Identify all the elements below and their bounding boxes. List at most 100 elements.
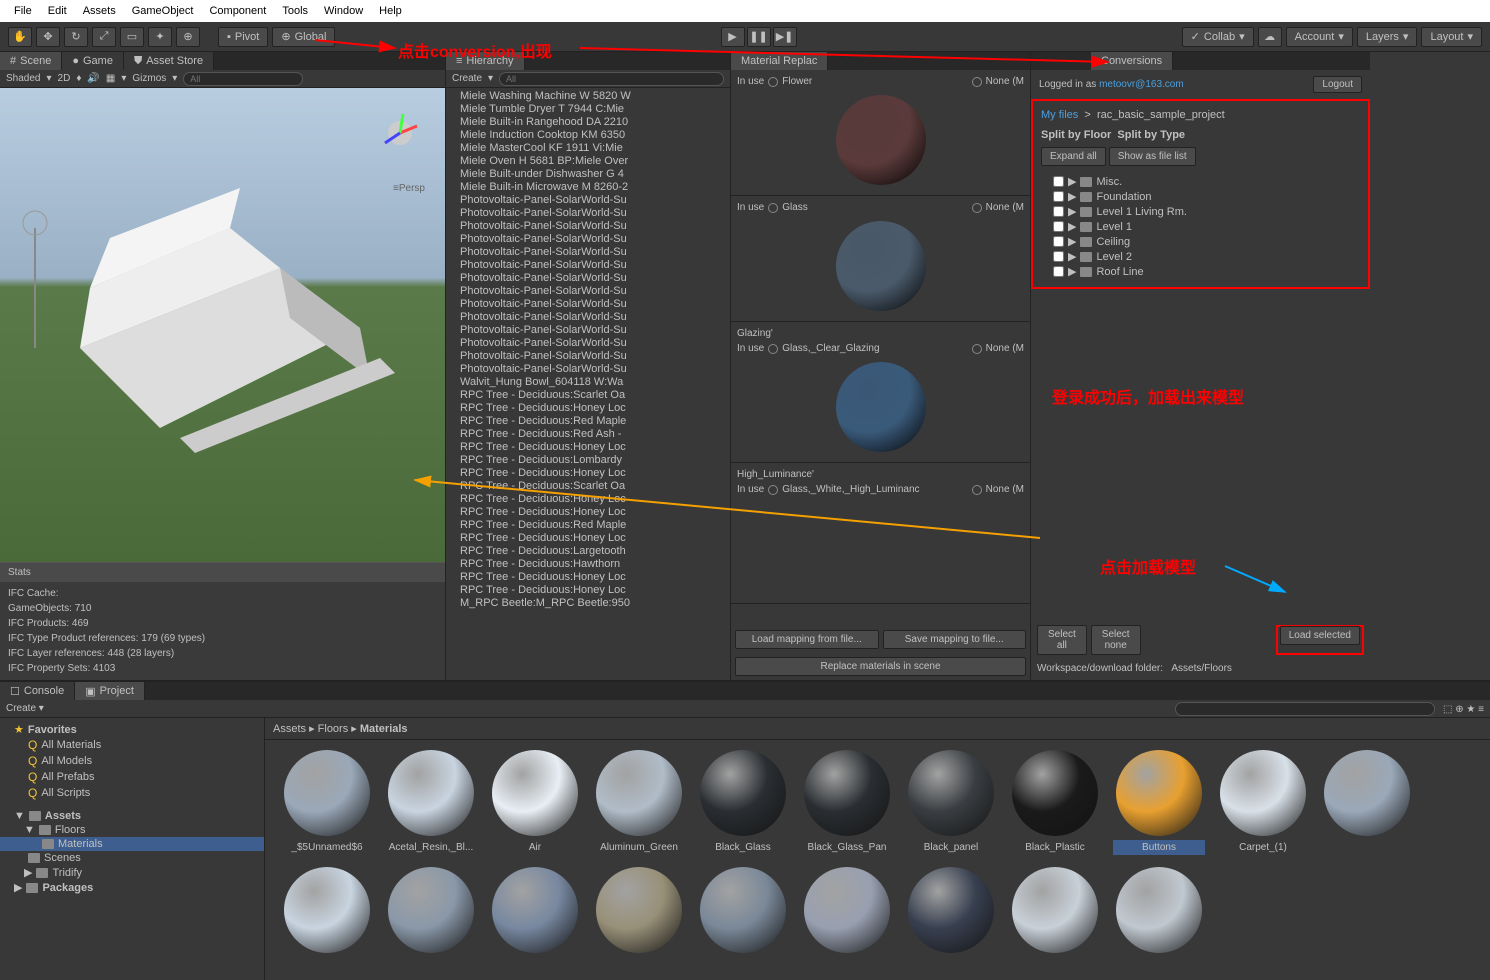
global-toggle[interactable]: ⊕Global <box>272 27 335 47</box>
material-grid-item[interactable]: Black_Glass_Pan <box>801 750 893 855</box>
tree-item[interactable]: ▶ Misc. <box>1041 174 1360 189</box>
material-grid-item[interactable]: Air <box>489 750 581 855</box>
material-grid-item[interactable] <box>801 867 893 957</box>
material-grid-item[interactable] <box>489 867 581 957</box>
hand-tool-icon[interactable]: ✋ <box>8 27 32 47</box>
hierarchy-item[interactable]: Photovoltaic-Panel-SolarWorld-Su <box>460 298 730 311</box>
hierarchy-item[interactable]: Miele Washing Machine W 5820 W <box>460 90 730 103</box>
cloud-icon[interactable]: ☁ <box>1258 27 1282 47</box>
hierarchy-item[interactable]: RPC Tree - Deciduous:Honey Loc <box>460 584 730 597</box>
breadcrumb-item[interactable]: Floors <box>318 723 349 735</box>
rect-tool-icon[interactable]: ▭ <box>120 27 144 47</box>
hierarchy-item[interactable]: Photovoltaic-Panel-SolarWorld-Su <box>460 259 730 272</box>
load-selected-button[interactable]: Load selected <box>1280 626 1360 645</box>
hierarchy-item[interactable]: RPC Tree - Deciduous:Lombardy <box>460 454 730 467</box>
tree-item[interactable]: ▶ Ceiling <box>1041 234 1360 249</box>
step-button-icon[interactable]: ▶❚ <box>773 27 797 47</box>
layers-dropdown[interactable]: Layers ▾ <box>1357 27 1418 47</box>
material-grid-item[interactable] <box>281 867 373 957</box>
tree-item[interactable]: ▶ Roof Line <box>1041 264 1360 279</box>
rotate-tool-icon[interactable]: ↻ <box>64 27 88 47</box>
user-email-link[interactable]: metoovr@163.com <box>1099 79 1184 90</box>
hierarchy-item[interactable]: Photovoltaic-Panel-SolarWorld-Su <box>460 220 730 233</box>
tree-item[interactable]: ▶ Level 2 <box>1041 249 1360 264</box>
tridify-folder[interactable]: Tridify <box>52 867 82 879</box>
pivot-toggle[interactable]: ▪Pivot <box>218 27 268 47</box>
hierarchy-item[interactable]: RPC Tree - Deciduous:Hawthorn <box>460 558 730 571</box>
tab-scene[interactable]: # Scene <box>0 52 62 70</box>
material-grid-item[interactable] <box>593 867 685 957</box>
hierarchy-item[interactable]: Walvit_Hung Bowl_604118 W:Wa <box>460 376 730 389</box>
hierarchy-item[interactable]: Photovoltaic-Panel-SolarWorld-Su <box>460 194 730 207</box>
hierarchy-item[interactable]: RPC Tree - Deciduous:Honey Loc <box>460 532 730 545</box>
hierarchy-item[interactable]: RPC Tree - Deciduous:Honey Loc <box>460 571 730 584</box>
material-grid-item[interactable] <box>1113 867 1205 957</box>
tree-checkbox[interactable] <box>1053 221 1064 232</box>
tab-console[interactable]: ☐ Console <box>0 682 75 700</box>
radio-icon[interactable] <box>768 485 778 495</box>
radio-icon[interactable] <box>768 203 778 213</box>
hierarchy-item[interactable]: M_RPC Beetle:M_RPC Beetle:950 <box>460 597 730 610</box>
material-grid-item[interactable]: Black_Plastic <box>1009 750 1101 855</box>
material-grid-item[interactable] <box>385 867 477 957</box>
split-floor-label[interactable]: Split by Floor <box>1041 129 1111 141</box>
tab-asset-store[interactable]: ⛊ Asset Store <box>124 52 214 70</box>
material-grid-item[interactable]: Black_panel <box>905 750 997 855</box>
menu-file[interactable]: File <box>6 5 40 17</box>
hierarchy-item[interactable]: Photovoltaic-Panel-SolarWorld-Su <box>460 337 730 350</box>
radio-icon[interactable] <box>972 485 982 495</box>
project-tree[interactable]: ★Favorites QAll Materials QAll Models QA… <box>0 718 265 980</box>
hierarchy-item[interactable]: RPC Tree - Deciduous:Red Maple <box>460 519 730 532</box>
menu-tools[interactable]: Tools <box>274 5 316 17</box>
account-dropdown[interactable]: Account ▾ <box>1286 27 1353 47</box>
packages-folder[interactable]: Packages <box>42 882 93 894</box>
hierarchy-item[interactable]: Miele Built-under Dishwasher G 4 <box>460 168 730 181</box>
material-grid-item[interactable]: _$5Unnamed$6 <box>281 750 373 855</box>
scale-tool-icon[interactable]: ⤢ <box>92 27 116 47</box>
hierarchy-item[interactable]: Photovoltaic-Panel-SolarWorld-Su <box>460 272 730 285</box>
split-type-label[interactable]: Split by Type <box>1117 129 1185 141</box>
fav-all-materials[interactable]: All Materials <box>41 739 101 751</box>
hierarchy-item[interactable]: RPC Tree - Deciduous:Honey Loc <box>460 493 730 506</box>
material-grid[interactable]: _$5Unnamed$6Acetal_Resin,_Bl...AirAlumin… <box>265 740 1490 980</box>
menu-assets[interactable]: Assets <box>75 5 124 17</box>
custom-tool-icon[interactable]: ⊕ <box>176 27 200 47</box>
tree-item[interactable]: ▶ Level 1 Living Rm. <box>1041 204 1360 219</box>
tree-checkbox[interactable] <box>1053 251 1064 262</box>
2d-toggle[interactable]: 2D <box>58 73 71 84</box>
project-create-dropdown[interactable]: Create <box>6 703 36 714</box>
hierarchy-list[interactable]: Miele Washing Machine W 5820 WMiele Tumb… <box>446 88 730 680</box>
menu-help[interactable]: Help <box>371 5 410 17</box>
project-search-input[interactable] <box>1175 702 1435 716</box>
tree-checkbox[interactable] <box>1053 191 1064 202</box>
hierarchy-item[interactable]: Photovoltaic-Panel-SolarWorld-Su <box>460 207 730 220</box>
fav-all-prefabs[interactable]: All Prefabs <box>41 771 94 783</box>
hierarchy-item[interactable]: Miele Induction Cooktop KM 6350 <box>460 129 730 142</box>
tab-game[interactable]: ● Game <box>62 52 124 70</box>
gizmos-dropdown[interactable]: Gizmos <box>132 73 166 84</box>
hierarchy-item[interactable]: RPC Tree - Deciduous:Scarlet Oa <box>460 389 730 402</box>
select-none-button[interactable]: Select none <box>1091 625 1141 655</box>
hierarchy-item[interactable]: Miele Tumble Dryer T 7944 C:Mie <box>460 103 730 116</box>
tree-checkbox[interactable] <box>1053 206 1064 217</box>
materials-folder[interactable]: Materials <box>58 838 103 850</box>
hierarchy-item[interactable]: Photovoltaic-Panel-SolarWorld-Su <box>460 233 730 246</box>
tree-item[interactable]: ▶ Foundation <box>1041 189 1360 204</box>
hierarchy-item[interactable]: Photovoltaic-Panel-SolarWorld-Su <box>460 285 730 298</box>
material-grid-item[interactable] <box>1009 867 1101 957</box>
move-tool-icon[interactable]: ✥ <box>36 27 60 47</box>
menu-component[interactable]: Component <box>201 5 274 17</box>
layout-dropdown[interactable]: Layout ▾ <box>1421 27 1482 47</box>
breadcrumb-item[interactable]: Materials <box>360 723 408 735</box>
radio-icon[interactable] <box>972 203 982 213</box>
replace-materials-button[interactable]: Replace materials in scene <box>735 657 1026 676</box>
hierarchy-item[interactable]: Photovoltaic-Panel-SolarWorld-Su <box>460 246 730 259</box>
material-grid-item[interactable] <box>697 867 789 957</box>
hierarchy-item[interactable]: Photovoltaic-Panel-SolarWorld-Su <box>460 363 730 376</box>
material-grid-item[interactable]: Black_Glass <box>697 750 789 855</box>
fav-all-scripts[interactable]: All Scripts <box>41 787 90 799</box>
shading-dropdown[interactable]: Shaded <box>6 73 40 84</box>
material-grid-item[interactable]: Acetal_Resin,_Bl... <box>385 750 477 855</box>
floors-folder[interactable]: Floors <box>55 824 86 836</box>
hierarchy-item[interactable]: Photovoltaic-Panel-SolarWorld-Su <box>460 324 730 337</box>
